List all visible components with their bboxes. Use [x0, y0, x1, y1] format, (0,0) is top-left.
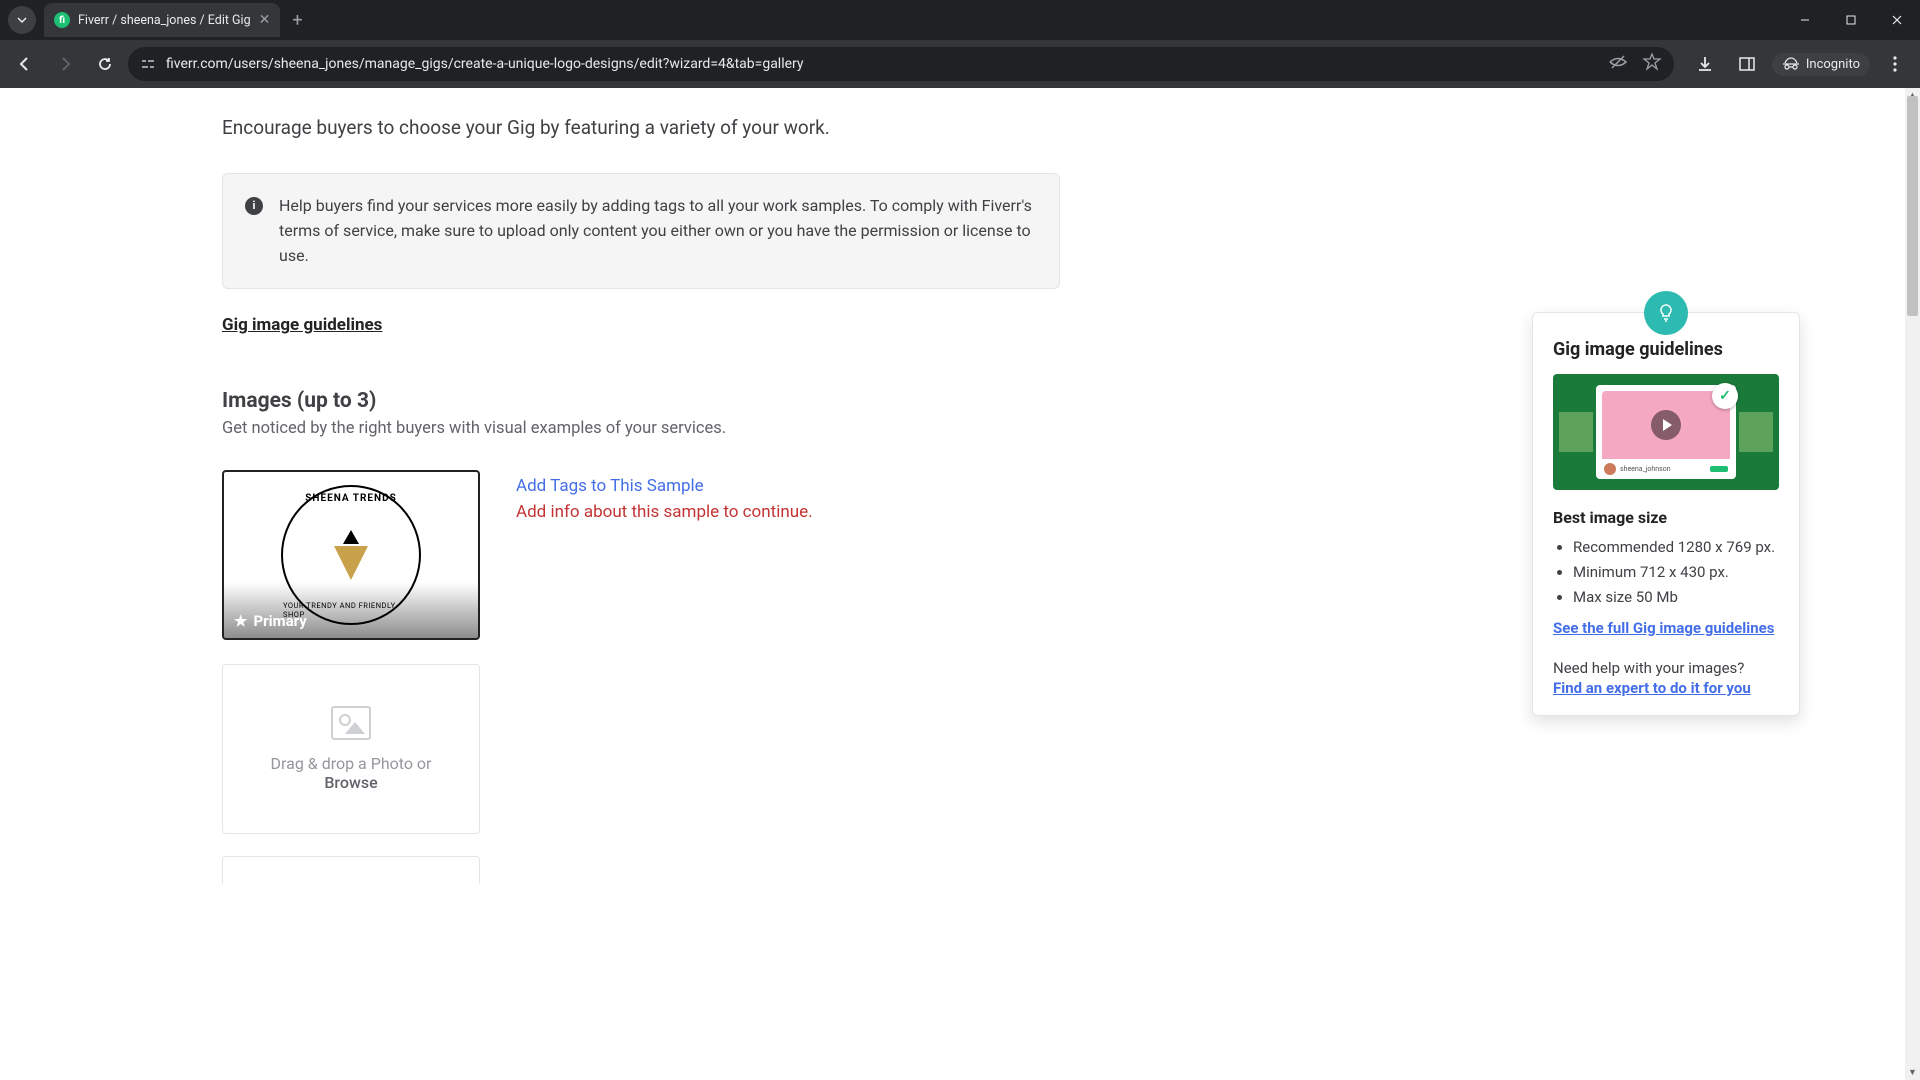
- browser-tab[interactable]: fi Fiverr / sheena_jones / Edit Gig ✕: [44, 3, 280, 37]
- page-viewport: Encourage buyers to choose your Gig by f…: [0, 88, 1920, 1080]
- preview-card: ✓ sheena_johnson: [1596, 385, 1736, 479]
- browser-menu-icon[interactable]: [1878, 47, 1912, 81]
- eye-off-icon[interactable]: [1608, 52, 1628, 76]
- image-dropzone[interactable]: Drag & drop a Photo or Browse: [222, 664, 480, 834]
- check-icon: ✓: [1712, 383, 1738, 409]
- info-text: Help buyers find your services more easi…: [279, 194, 1037, 268]
- info-banner: i Help buyers find your services more ea…: [222, 173, 1060, 289]
- scroll-down-button[interactable]: ▼: [1905, 1065, 1920, 1080]
- list-item: Recommended 1280 x 769 px.: [1573, 535, 1779, 560]
- preview-image: ✓: [1602, 391, 1730, 459]
- tip-video-thumbnail[interactable]: ✓ sheena_johnson: [1553, 374, 1779, 490]
- browse-link[interactable]: Browse: [324, 773, 377, 792]
- dress-icon: [334, 530, 368, 580]
- incognito-badge[interactable]: Incognito: [1772, 53, 1870, 76]
- full-guidelines-link[interactable]: See the full Gig image guidelines: [1553, 619, 1774, 637]
- star-icon: ★: [234, 612, 247, 630]
- add-info-error: Add info about this sample to continue.: [516, 502, 813, 522]
- back-button[interactable]: [8, 47, 42, 81]
- new-tab-button[interactable]: +: [292, 10, 302, 31]
- window-controls: [1782, 0, 1920, 40]
- best-size-heading: Best image size: [1553, 508, 1779, 527]
- size-bullet-list: Recommended 1280 x 769 px. Minimum 712 x…: [1553, 535, 1779, 609]
- image-dropzone-3[interactable]: [222, 856, 480, 884]
- logo-text-top: SHEENA TRENDS: [305, 493, 397, 504]
- incognito-label: Incognito: [1806, 57, 1860, 72]
- list-item: Max size 50 Mb: [1573, 585, 1779, 610]
- downloads-icon[interactable]: [1688, 47, 1722, 81]
- avatar-icon: [1604, 463, 1616, 475]
- image-placeholder-icon: [331, 706, 371, 740]
- lightbulb-icon: [1644, 291, 1688, 335]
- add-tags-link[interactable]: Add Tags to This Sample: [516, 476, 813, 496]
- url-text: fiverr.com/users/sheena_jones/manage_gig…: [166, 56, 1598, 72]
- images-subheading: Get noticed by the right buyers with vis…: [222, 419, 1060, 438]
- scrollbar-thumb[interactable]: [1907, 96, 1918, 316]
- browser-toolbar: fiverr.com/users/sheena_jones/manage_gig…: [0, 40, 1920, 88]
- minimize-button[interactable]: [1782, 0, 1828, 40]
- info-icon: i: [245, 197, 263, 215]
- primary-label: Primary: [253, 612, 306, 630]
- incognito-icon: [1782, 57, 1800, 71]
- site-settings-icon[interactable]: [140, 56, 156, 72]
- help-question: Need help with your images?: [1553, 659, 1779, 677]
- tip-heading: Gig image guidelines: [1553, 339, 1779, 360]
- tab-strip: fi Fiverr / sheena_jones / Edit Gig ✕ +: [0, 0, 1920, 40]
- tab-title: Fiverr / sheena_jones / Edit Gig: [78, 13, 251, 28]
- close-window-button[interactable]: [1874, 0, 1920, 40]
- gig-image-guidelines-link[interactable]: Gig image guidelines: [222, 315, 382, 335]
- preview-username: sheena_johnson: [1620, 465, 1671, 473]
- list-item: Minimum 712 x 430 px.: [1573, 560, 1779, 585]
- address-bar[interactable]: fiverr.com/users/sheena_jones/manage_gig…: [128, 47, 1674, 81]
- forward-button[interactable]: [48, 47, 82, 81]
- preview-side-right: [1739, 412, 1773, 452]
- guidelines-tip-card: Gig image guidelines ✓ sheena_johnson Be…: [1532, 312, 1800, 716]
- play-icon: [1651, 410, 1681, 440]
- preview-side-left: [1559, 412, 1593, 452]
- find-expert-link[interactable]: Find an expert to do it for you: [1553, 679, 1751, 697]
- browser-chrome: fi Fiverr / sheena_jones / Edit Gig ✕ + …: [0, 0, 1920, 88]
- preview-accent: [1710, 466, 1728, 472]
- side-panel-icon[interactable]: [1730, 47, 1764, 81]
- page-subtitle: Encourage buyers to choose your Gig by f…: [222, 116, 1060, 139]
- images-heading: Images (up to 3): [222, 389, 1060, 413]
- bookmark-star-icon[interactable]: [1642, 52, 1662, 76]
- close-tab-button[interactable]: ✕: [259, 12, 271, 28]
- reload-button[interactable]: [88, 47, 122, 81]
- scrollbar-track[interactable]: ▲ ▼: [1905, 88, 1920, 1080]
- tabs-dropdown-button[interactable]: [8, 6, 36, 34]
- primary-badge: ★ Primary: [224, 582, 478, 638]
- fiverr-favicon-icon: fi: [54, 12, 70, 28]
- maximize-button[interactable]: [1828, 0, 1874, 40]
- image-thumbnail-primary[interactable]: SHEENA TRENDS YOUR TRENDY AND FRIENDLY S…: [222, 470, 480, 640]
- dropzone-text: Drag & drop a Photo or: [271, 754, 432, 773]
